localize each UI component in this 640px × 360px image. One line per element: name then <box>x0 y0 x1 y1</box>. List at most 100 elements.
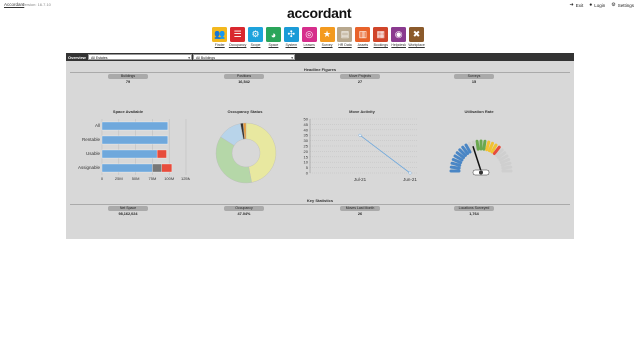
chart-title-moves: Move Activity <box>349 109 375 114</box>
settings-label: Settings <box>617 2 634 8</box>
stat-value: 1,764 <box>469 211 479 216</box>
bar <box>101 149 158 159</box>
bar <box>161 163 173 173</box>
x-tick-label: Jul-21 <box>354 177 367 182</box>
stat-caption: Locations Surveyed <box>454 206 494 211</box>
x-tick-label: 75M <box>149 176 157 181</box>
module-bookings[interactable]: ▦ Bookings <box>373 27 389 47</box>
stat-surveys: Surveys 15 <box>454 74 494 84</box>
module-label: Bookings <box>373 43 388 47</box>
chart-title-occupancy: Occupancy Status <box>227 109 263 114</box>
series-line <box>359 134 411 174</box>
y-tick-label: 40 <box>304 127 309 132</box>
login-link[interactable]: ● Login <box>589 2 605 8</box>
module-space[interactable]: ◕ Space <box>265 27 282 47</box>
survey-icon: ★ <box>319 27 335 42</box>
y-tick-label: 25 <box>304 144 309 149</box>
y-tick-label: 15 <box>304 154 309 159</box>
x-tick-label: 100M <box>164 176 174 181</box>
estate-select[interactable]: All Estates ▾ <box>88 54 192 60</box>
move-activity-chart: 05101520253035404550 Jul-21 Jun-21 <box>304 117 418 182</box>
y-tick-label: Assignable <box>78 165 101 170</box>
y-tick-label: Rentable <box>82 137 101 142</box>
y-tick-label: 45 <box>304 122 309 127</box>
x-tick-label: 125M <box>181 176 190 181</box>
stat-buildings: Buildings 79 <box>108 74 148 84</box>
gauge-segment <box>475 139 480 151</box>
module-leases[interactable]: ◎ Leases <box>301 27 317 47</box>
exit-label: Exit <box>575 2 584 8</box>
module-scope[interactable]: ⚙ Scope <box>248 27 264 47</box>
module-system[interactable]: ✣ System <box>283 27 300 47</box>
occupancy-icon: ☰ <box>230 27 246 42</box>
chart-title-space: Space Available <box>112 109 144 114</box>
hr-data-icon: ▤ <box>337 27 353 42</box>
x-tick-label: 25M <box>115 176 123 181</box>
headline-divider <box>70 72 570 73</box>
module-workplace[interactable]: ✖ Workplace <box>408 27 425 47</box>
chart-title-utilisation: Utilisation Rate <box>464 109 494 114</box>
stat-caption: Net Space <box>108 206 148 211</box>
chevron-down-icon: ▾ <box>188 56 190 60</box>
brand-logo: accordant <box>287 5 352 21</box>
gauge-segment <box>501 165 513 170</box>
module-label: Scope <box>250 43 261 47</box>
stat-positions: Positions 16,542 <box>224 74 264 84</box>
module-label: Leases <box>303 43 315 47</box>
exit-link[interactable]: ➜ Exit <box>569 2 583 8</box>
occupancy-status-chart <box>215 122 277 184</box>
stat-caption: Move Projects <box>340 74 380 79</box>
dashboard-panel: Overview All Estates ▾ All Buildings ▾ H… <box>66 53 574 239</box>
data-point <box>408 171 412 175</box>
bar <box>152 163 162 173</box>
module-helpdesk[interactable]: ◉ Helpdesk <box>391 27 407 47</box>
gauge-segment <box>485 140 491 152</box>
exit-icon: ➜ <box>569 2 574 8</box>
y-tick-label: 20 <box>304 149 309 154</box>
y-tick-label: All <box>95 123 100 128</box>
stat-locations-surveyed: Locations Surveyed 1,764 <box>454 206 494 216</box>
gauge-pivot <box>479 170 483 175</box>
stat-value: 27 <box>357 79 363 84</box>
y-tick-label: Usable <box>86 151 101 156</box>
stat-caption: Occupancy <box>224 206 264 211</box>
gauge-segment <box>500 161 512 167</box>
key-stats-divider <box>70 204 570 205</box>
stat-net-space: Net Space 98,162,024 <box>108 206 148 216</box>
module-hr-data[interactable]: ▤ HR Data <box>337 27 353 47</box>
scope-icon: ⚙ <box>248 27 264 42</box>
module-assets[interactable]: ▥ Assets <box>355 27 371 47</box>
module-label: Helpdesk <box>391 43 406 47</box>
stat-value: 79 <box>125 79 131 84</box>
utilisation-gauge <box>449 139 513 176</box>
module-finder[interactable]: 👥 Finder <box>212 27 228 47</box>
settings-link[interactable]: ⚙ Settings <box>611 2 634 8</box>
filter-label: Overview <box>68 54 86 60</box>
estate-select-value: All Estates <box>91 56 108 60</box>
space-icon: ◕ <box>265 27 281 42</box>
stat-moves-last-month: Moves Last Month 26 <box>340 206 380 216</box>
filter-bar: Overview All Estates ▾ All Buildings ▾ <box>66 53 574 61</box>
system-icon: ✣ <box>283 27 299 42</box>
y-tick-label: 0 <box>306 171 309 176</box>
stat-value: 47.04% <box>237 211 251 216</box>
x-tick-label: 50M <box>132 176 140 181</box>
module-label: System <box>285 43 298 47</box>
key-stats-title: Key Statistics <box>306 198 334 203</box>
y-tick-label: 5 <box>306 165 309 170</box>
x-tick-label: 0 <box>101 176 104 181</box>
y-tick-label: 10 <box>304 160 309 165</box>
assets-icon: ▥ <box>355 27 371 42</box>
module-survey[interactable]: ★ Survey <box>319 27 335 47</box>
space-available-chart: 0 25M 50M 75M 100M 125M All Rentable Usable Assig… <box>78 119 190 181</box>
module-occupancy[interactable]: ☰ Occupancy <box>229 27 246 47</box>
user-icon: ● <box>589 2 593 8</box>
stat-value: 98,162,024 <box>118 211 138 216</box>
building-select[interactable]: All Buildings ▾ <box>193 54 295 60</box>
stat-caption: Moves Last Month <box>340 206 380 211</box>
chevron-down-icon: ▾ <box>291 56 293 60</box>
gauge-segment <box>449 165 461 170</box>
stat-move-projects: Move Projects 27 <box>340 74 380 84</box>
login-label: Login <box>594 2 606 8</box>
module-label: Space <box>268 43 279 47</box>
